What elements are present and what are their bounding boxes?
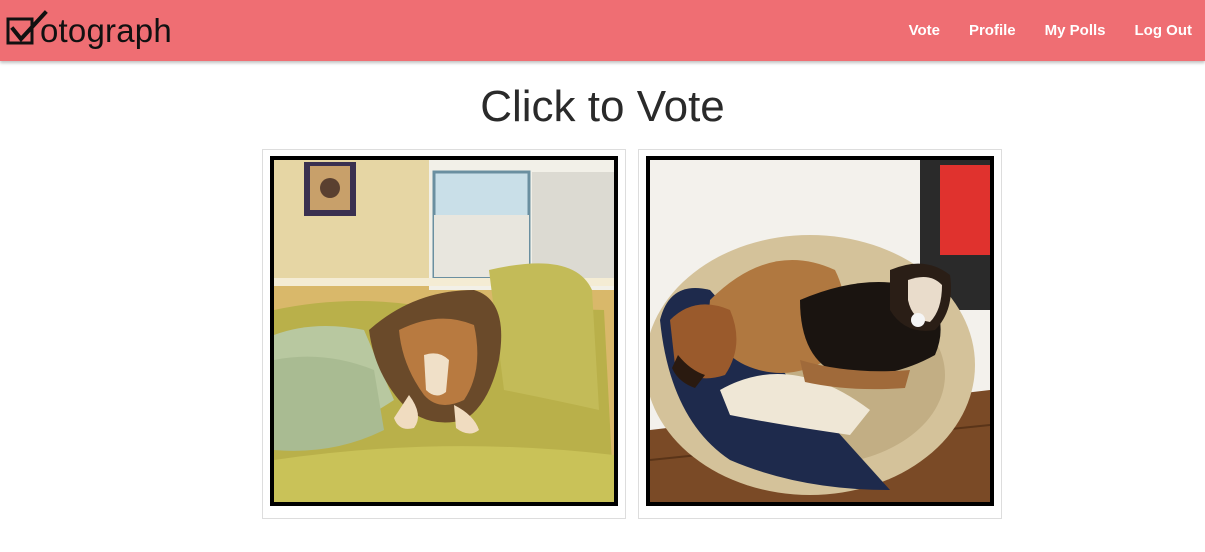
nav-profile-link[interactable]: Profile (969, 22, 1016, 39)
brand-name: otograph (40, 12, 172, 49)
two-dogs-photo[interactable] (646, 156, 994, 506)
vote-option-right[interactable] (638, 149, 1002, 519)
vote-option-left[interactable] (262, 149, 626, 519)
page-title: Click to Vote (480, 82, 725, 131)
nav-log-out-link[interactable]: Log Out (1135, 22, 1192, 39)
brand[interactable]: otograph (5, 8, 172, 54)
nav-menu: Vote Profile My Polls Log Out (880, 0, 1192, 61)
navbar: otograph Vote Profile My Polls Log Out (0, 0, 1205, 61)
dog-sleeping-photo[interactable] (270, 156, 618, 506)
nav-my-polls-link[interactable]: My Polls (1045, 22, 1106, 39)
nav-vote-link[interactable]: Vote (909, 22, 940, 39)
